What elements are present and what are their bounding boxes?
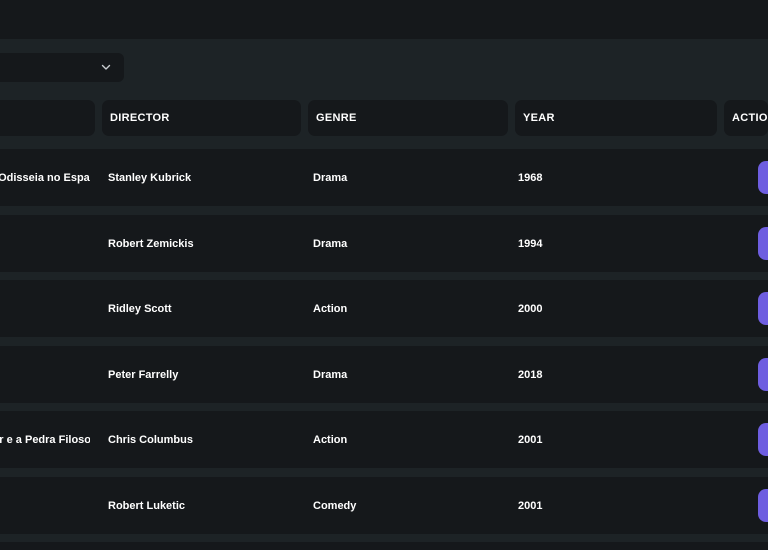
cell-year: 2018 bbox=[518, 368, 543, 381]
cell-year: 1994 bbox=[518, 237, 543, 250]
column-header-actions-label: ACTIONS bbox=[732, 112, 768, 124]
cell-director: Robert Zemickis bbox=[108, 237, 194, 250]
cell-genre: Comedy bbox=[313, 499, 357, 512]
cell-title bbox=[0, 280, 90, 337]
top-bar bbox=[0, 0, 768, 39]
cell-year: 2001 bbox=[518, 433, 543, 446]
column-header-title[interactable] bbox=[0, 100, 95, 136]
column-header-genre-label: GENRE bbox=[316, 112, 357, 124]
cell-genre: Action bbox=[313, 433, 348, 446]
table-row[interactable]: Robert Zemickis Drama 1994 bbox=[0, 215, 768, 272]
row-action-button[interactable] bbox=[758, 489, 768, 522]
table-row[interactable] bbox=[0, 542, 768, 550]
chevron-down-icon bbox=[101, 64, 111, 70]
cell-genre: Drama bbox=[313, 368, 348, 381]
filter-select[interactable] bbox=[0, 53, 124, 82]
cell-title bbox=[0, 215, 90, 272]
cell-director: Stanley Kubrick bbox=[108, 171, 192, 184]
cell-genre: Action bbox=[313, 302, 348, 315]
cell-genre: Drama bbox=[313, 237, 348, 250]
cell-director: Robert Luketic bbox=[108, 499, 186, 512]
cell-year: 2001 bbox=[518, 499, 543, 512]
row-action-button[interactable] bbox=[758, 423, 768, 456]
row-action-button[interactable] bbox=[758, 358, 768, 391]
row-action-button[interactable] bbox=[758, 292, 768, 325]
column-header-actions[interactable]: ACTIONS bbox=[724, 100, 768, 136]
cell-director: Peter Farrelly bbox=[108, 368, 179, 381]
cell-year: 1968 bbox=[518, 171, 543, 184]
column-header-year[interactable]: YEAR bbox=[515, 100, 717, 136]
cell-title: Harry Potter e a Pedra Filosofal bbox=[0, 411, 90, 468]
table-row[interactable]: 2001: Uma Odisseia no Espaco Stanley Kub… bbox=[0, 149, 768, 206]
table-row[interactable]: Peter Farrelly Drama 2018 bbox=[0, 346, 768, 403]
column-header-director[interactable]: DIRECTOR bbox=[102, 100, 301, 136]
cell-director: Chris Columbus bbox=[108, 433, 193, 446]
row-action-button[interactable] bbox=[758, 161, 768, 194]
cell-title bbox=[0, 346, 90, 403]
page: DIRECTOR GENRE YEAR ACTIONS 2001: Uma Od… bbox=[0, 0, 768, 550]
cell-title bbox=[0, 477, 90, 534]
table-row[interactable]: Harry Potter e a Pedra Filosofal Chris C… bbox=[0, 411, 768, 468]
cell-title-text: Harry Potter e a Pedra Filosofal bbox=[0, 433, 90, 446]
row-action-button[interactable] bbox=[758, 227, 768, 260]
column-header-year-label: YEAR bbox=[523, 112, 555, 124]
column-header-director-label: DIRECTOR bbox=[110, 112, 170, 124]
cell-title-text: 2001: Uma Odisseia no Espaco bbox=[0, 171, 90, 184]
cell-title: 2001: Uma Odisseia no Espaco bbox=[0, 149, 90, 206]
cell-director: Ridley Scott bbox=[108, 302, 172, 315]
column-header-genre[interactable]: GENRE bbox=[308, 100, 508, 136]
table-row[interactable]: Ridley Scott Action 2000 bbox=[0, 280, 768, 337]
table-row[interactable]: Robert Luketic Comedy 2001 bbox=[0, 477, 768, 534]
cell-year: 2000 bbox=[518, 302, 543, 315]
cell-genre: Drama bbox=[313, 171, 348, 184]
